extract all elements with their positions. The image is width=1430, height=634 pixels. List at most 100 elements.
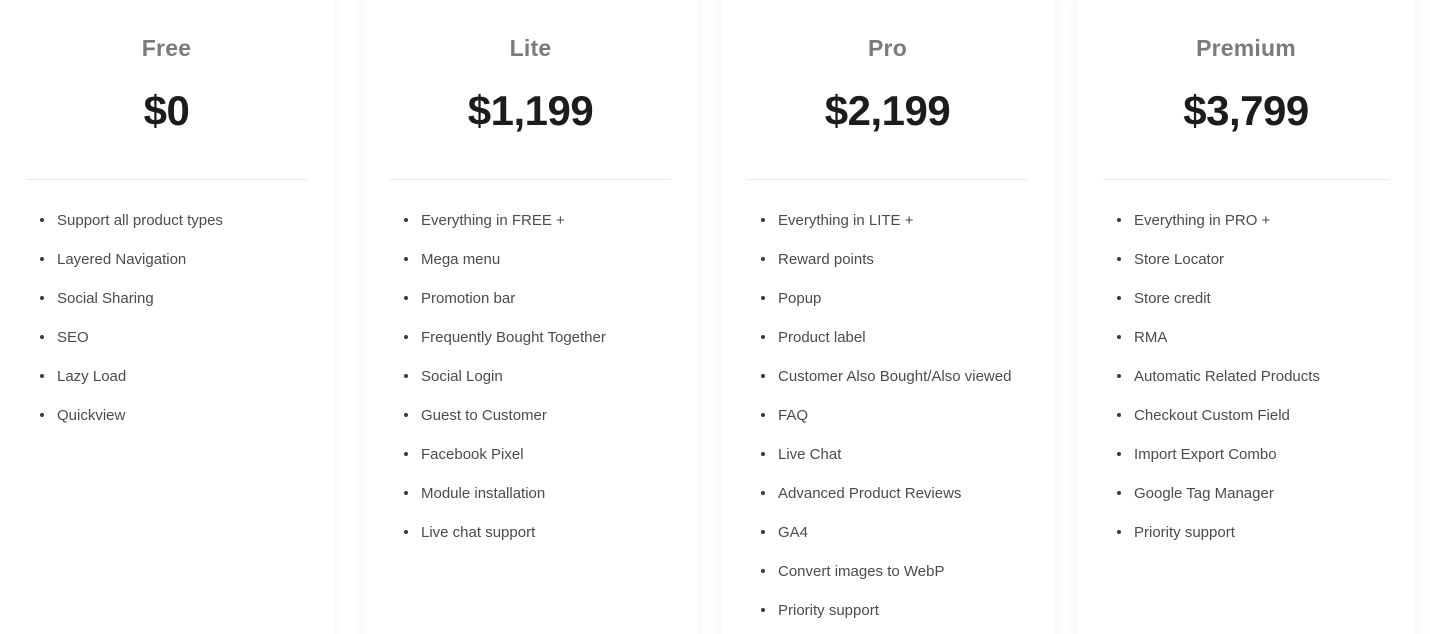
list-item: SEO — [40, 328, 315, 348]
list-item: Quickview — [40, 406, 315, 426]
list-item: Support all product types — [40, 211, 315, 231]
bullet-icon — [761, 607, 765, 612]
bullet-icon — [1117, 334, 1121, 339]
pricing-card-free[interactable]: Free $0 Support all product types Layere… — [0, 0, 333, 634]
pricing-card-lite[interactable]: Lite $1,199 Everything in FREE + Mega me… — [364, 0, 697, 634]
feature-label: Automatic Related Products — [1134, 367, 1320, 385]
bullet-icon — [40, 334, 44, 339]
bullet-icon — [761, 451, 765, 456]
plan-title: Premium — [1196, 35, 1296, 61]
list-item: Module installation — [404, 484, 679, 504]
feature-label: Support all product types — [57, 211, 223, 229]
feature-label: Advanced Product Reviews — [778, 484, 962, 502]
bullet-icon — [404, 451, 408, 456]
list-item: Advanced Product Reviews — [761, 484, 1036, 504]
bullet-icon — [761, 412, 765, 417]
list-item: RMA — [1117, 328, 1397, 348]
bullet-icon — [404, 217, 408, 222]
bullet-icon — [1117, 451, 1121, 456]
feature-label: Reward points — [778, 250, 874, 268]
feature-list: Everything in FREE + Mega menu Promotion… — [364, 180, 697, 543]
plan-title: Free — [141, 35, 192, 61]
bullet-icon — [1117, 412, 1121, 417]
list-item: Live Chat — [761, 445, 1036, 465]
feature-label: Layered Navigation — [57, 250, 187, 268]
bullet-icon — [1117, 490, 1121, 495]
plan-title: Pro — [868, 35, 907, 61]
feature-label: Promotion bar — [421, 289, 516, 307]
bullet-icon — [761, 295, 765, 300]
list-item: Popup — [761, 289, 1036, 309]
feature-label: Store credit — [1134, 289, 1211, 307]
plan-price: $0 — [143, 86, 190, 134]
feature-label: Popup — [778, 289, 822, 307]
pricing-card-pro[interactable]: Pro $2,199 Everything in LITE + Reward p… — [721, 0, 1054, 634]
list-item: Customer Also Bought/Also viewed — [761, 367, 1036, 387]
feature-list: Everything in LITE + Reward points Popup… — [721, 180, 1054, 621]
bullet-icon — [1117, 373, 1121, 378]
feature-label: Import Export Combo — [1134, 445, 1277, 463]
bullet-icon — [404, 412, 408, 417]
list-item: Priority support — [761, 601, 1036, 621]
plan-column-premium: Premium $3,799 Everything in PRO + Store… — [1068, 0, 1430, 634]
bullet-icon — [761, 529, 765, 534]
feature-label: Everything in PRO + — [1134, 211, 1271, 229]
list-item: Guest to Customer — [404, 406, 679, 426]
feature-label: Google Tag Manager — [1134, 484, 1274, 502]
feature-label: Facebook Pixel — [421, 445, 524, 463]
feature-label: Live Chat — [778, 445, 842, 463]
feature-label: Priority support — [778, 601, 879, 619]
bullet-icon — [404, 256, 408, 261]
bullet-icon — [1117, 256, 1121, 261]
list-item: Mega menu — [404, 250, 679, 270]
plan-price: $1,199 — [467, 86, 594, 134]
feature-label: Everything in FREE + — [421, 211, 565, 229]
list-item: Convert images to WebP — [761, 562, 1036, 582]
feature-label: Product label — [778, 328, 866, 346]
bullet-icon — [761, 373, 765, 378]
bullet-icon — [404, 373, 408, 378]
feature-label: Module installation — [421, 484, 546, 502]
plan-price: $3,799 — [1183, 86, 1309, 134]
feature-label: Guest to Customer — [421, 406, 547, 424]
feature-label: GA4 — [778, 523, 809, 541]
list-item: Promotion bar — [404, 289, 679, 309]
bullet-icon — [40, 256, 44, 261]
pricing-card-premium[interactable]: Premium $3,799 Everything in PRO + Store… — [1077, 0, 1415, 634]
list-item: Lazy Load — [40, 367, 315, 387]
list-item: GA4 — [761, 523, 1036, 543]
list-item: Layered Navigation — [40, 250, 315, 270]
bullet-icon — [404, 490, 408, 495]
feature-label: FAQ — [778, 406, 809, 424]
plan-column-pro: Pro $2,199 Everything in LITE + Reward p… — [712, 0, 1068, 634]
pricing-table: Free $0 Support all product types Layere… — [0, 0, 1430, 634]
bullet-icon — [761, 334, 765, 339]
feature-list: Everything in PRO + Store Locator Store … — [1077, 180, 1415, 543]
feature-label: Priority support — [1134, 523, 1235, 541]
bullet-icon — [40, 412, 44, 417]
plan-price: $2,199 — [824, 86, 951, 134]
feature-list: Support all product types Layered Naviga… — [0, 180, 333, 426]
feature-label: Convert images to WebP — [778, 562, 945, 580]
list-item: FAQ — [761, 406, 1036, 426]
feature-label: Social Sharing — [57, 289, 154, 307]
bullet-icon — [40, 217, 44, 222]
list-item: Priority support — [1117, 523, 1397, 543]
feature-label: Live chat support — [421, 523, 536, 541]
list-item: Import Export Combo — [1117, 445, 1397, 465]
list-item: Product label — [761, 328, 1036, 348]
feature-label: Frequently Bought Together — [421, 328, 606, 346]
feature-label: Checkout Custom Field — [1134, 406, 1290, 424]
bullet-icon — [1117, 529, 1121, 534]
feature-label: Store Locator — [1134, 250, 1225, 268]
bullet-icon — [1117, 217, 1121, 222]
list-item: Checkout Custom Field — [1117, 406, 1397, 426]
bullet-icon — [404, 334, 408, 339]
bullet-icon — [404, 295, 408, 300]
bullet-icon — [761, 490, 765, 495]
feature-label: SEO — [57, 328, 89, 346]
bullet-icon — [761, 568, 765, 573]
plan-title: Lite — [509, 35, 552, 61]
bullet-icon — [404, 529, 408, 534]
list-item: Everything in PRO + — [1117, 211, 1397, 231]
